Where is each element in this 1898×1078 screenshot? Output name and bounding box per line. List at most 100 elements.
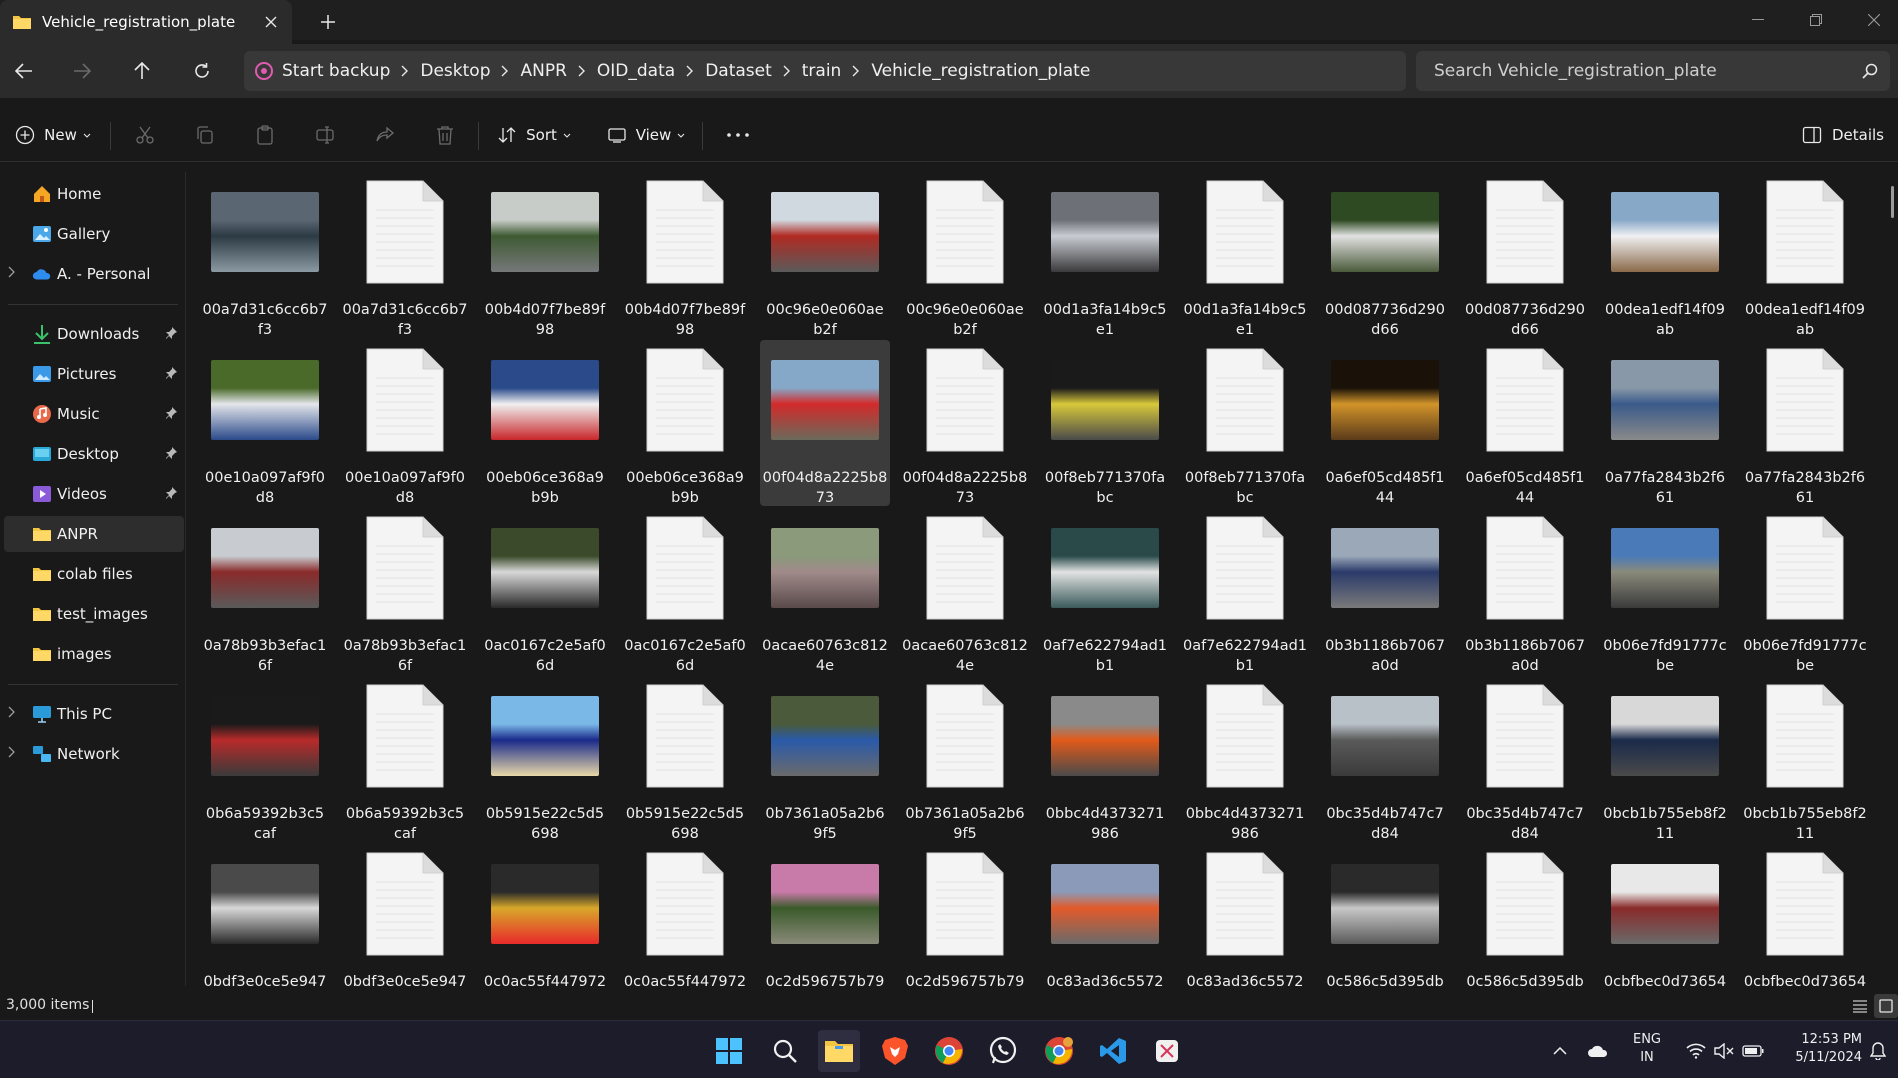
image-file-item[interactable]: 0af7e622794ad1b1 xyxy=(1040,508,1170,674)
snipping-tool-icon[interactable] xyxy=(1146,1030,1188,1072)
new-tab-icon[interactable] xyxy=(312,8,344,36)
chevron-right-icon[interactable] xyxy=(772,65,802,77)
image-file-item[interactable]: 0b3b1186b7067a0d xyxy=(1320,508,1450,674)
breadcrumb-oid-data[interactable]: OID_data xyxy=(597,61,675,81)
document-file-item[interactable]: 0c0ac55f447972c xyxy=(620,844,750,986)
document-file-item[interactable]: 00eb06ce368a9b9b xyxy=(620,340,750,506)
document-file-item[interactable]: 00d1a3fa14b9c5e1 xyxy=(1180,172,1310,338)
document-file-item[interactable]: 0c586c5d395db5 xyxy=(1460,844,1590,986)
image-file-item[interactable]: 0bc35d4b747c7d84 xyxy=(1320,676,1450,842)
search-icon[interactable] xyxy=(764,1030,806,1072)
copy-icon[interactable] xyxy=(188,116,222,154)
view-button[interactable]: View xyxy=(606,116,686,154)
breadcrumb-desktop[interactable]: Desktop xyxy=(420,61,490,81)
document-file-item[interactable]: 0af7e622794ad1b1 xyxy=(1180,508,1310,674)
image-file-item[interactable]: 0acae60763c8124e xyxy=(760,508,890,674)
image-file-item[interactable]: 0c83ad36c5572d xyxy=(1040,844,1170,986)
chevron-right-icon[interactable] xyxy=(841,65,871,77)
image-file-item[interactable]: 00f8eb771370fabc xyxy=(1040,340,1170,506)
wifi-icon[interactable] xyxy=(1684,1037,1708,1065)
sidebar-item-gallery[interactable]: Gallery xyxy=(4,216,184,252)
document-file-item[interactable]: 0bbc4d4373271986 xyxy=(1180,676,1310,842)
whatsapp-icon[interactable] xyxy=(982,1030,1024,1072)
search-icon[interactable] xyxy=(1850,63,1890,79)
sidebar-item-test-images[interactable]: test_images xyxy=(4,596,184,632)
speaker-muted-icon[interactable] xyxy=(1712,1037,1736,1065)
breadcrumb-train[interactable]: train xyxy=(802,61,842,81)
more-options-icon[interactable] xyxy=(718,116,758,154)
sidebar-item-music[interactable]: Music xyxy=(4,396,184,432)
sidebar-item-desktop[interactable]: Desktop xyxy=(4,436,184,472)
image-file-item[interactable]: 00e10a097af9f0d8 xyxy=(200,340,330,506)
close-window-icon[interactable] xyxy=(1846,0,1898,40)
vscode-icon[interactable] xyxy=(1092,1030,1134,1072)
breadcrumb-anpr[interactable]: ANPR xyxy=(520,61,566,81)
image-file-item[interactable]: 0a78b93b3efac16f xyxy=(200,508,330,674)
sidebar-item-home[interactable]: Home xyxy=(4,176,184,212)
document-file-item[interactable]: 0bc35d4b747c7d84 xyxy=(1460,676,1590,842)
document-file-item[interactable]: 00a7d31c6cc6b7f3 xyxy=(340,172,470,338)
chevron-right-icon[interactable] xyxy=(8,706,16,718)
windows-start-icon[interactable] xyxy=(708,1030,750,1072)
image-file-item[interactable]: 0c2d596757b791 xyxy=(760,844,890,986)
chevron-right-icon[interactable] xyxy=(390,65,420,77)
image-file-item[interactable]: 0c586c5d395db5 xyxy=(1320,844,1450,986)
sidebar-item-this-pc[interactable]: This PC xyxy=(4,696,184,732)
details-button[interactable]: Details xyxy=(1796,116,1890,154)
image-file-item[interactable]: 00d087736d290d66 xyxy=(1320,172,1450,338)
image-file-item[interactable]: 00eb06ce368a9b9b xyxy=(480,340,610,506)
clock[interactable]: 12:53 PM 5/11/2024 xyxy=(1770,1031,1862,1067)
chevron-right-icon[interactable] xyxy=(567,65,597,77)
image-file-item[interactable]: 0b7361a05a2b69f5 xyxy=(760,676,890,842)
chrome-icon[interactable] xyxy=(928,1030,970,1072)
file-explorer-icon[interactable] xyxy=(818,1030,860,1072)
large-icons-view-icon[interactable] xyxy=(1874,994,1898,1018)
chevron-right-icon[interactable] xyxy=(490,65,520,77)
image-file-item[interactable]: 00a7d31c6cc6b7f3 xyxy=(200,172,330,338)
image-file-item[interactable]: 00d1a3fa14b9c5e1 xyxy=(1040,172,1170,338)
language-indicator[interactable]: ENG IN xyxy=(1622,1031,1672,1067)
sidebar-item-pictures[interactable]: Pictures xyxy=(4,356,184,392)
close-tab-icon[interactable] xyxy=(254,7,288,37)
pin-icon[interactable] xyxy=(164,326,178,340)
document-file-item[interactable]: 0ac0167c2e5af06d xyxy=(620,508,750,674)
sidebar-item-network[interactable]: Network xyxy=(4,736,184,772)
chevron-right-icon[interactable] xyxy=(675,65,705,77)
document-file-item[interactable]: 0b7361a05a2b69f5 xyxy=(900,676,1030,842)
search-box[interactable]: Search Vehicle_registration_plate xyxy=(1416,51,1890,91)
document-file-item[interactable]: 0bdf3e0ce5e947 xyxy=(340,844,470,986)
share-icon[interactable] xyxy=(368,116,402,154)
file-view[interactable]: 00a7d31c6cc6b7f3 00a7d31c6cc6b7f3 00b4d07f… xyxy=(192,172,1884,986)
pin-icon[interactable] xyxy=(164,486,178,500)
breadcrumb-vehicle-registration-plate[interactable]: Vehicle_registration_plate xyxy=(871,61,1090,81)
image-file-item[interactable]: 0a77fa2843b2f661 xyxy=(1600,340,1730,506)
sidebar-item-colab-files[interactable]: colab files xyxy=(4,556,184,592)
document-file-item[interactable]: 0b06e7fd91777cbe xyxy=(1740,508,1870,674)
details-view-icon[interactable] xyxy=(1848,994,1872,1018)
document-file-item[interactable]: 0bcb1b755eb8f211 xyxy=(1740,676,1870,842)
document-file-item[interactable]: 0b6a59392b3c5caf xyxy=(340,676,470,842)
document-file-item[interactable]: 00dea1edf14f09ab xyxy=(1740,172,1870,338)
search-input[interactable]: Search Vehicle_registration_plate xyxy=(1434,61,1850,81)
sort-button[interactable]: Sort xyxy=(494,116,574,154)
image-file-item[interactable]: 0bdf3e0ce5e947 xyxy=(200,844,330,986)
image-file-item[interactable]: 0a6ef05cd485f144 xyxy=(1320,340,1450,506)
document-file-item[interactable]: 00b4d07f7be89f98 xyxy=(620,172,750,338)
document-file-item[interactable]: 0a77fa2843b2f661 xyxy=(1740,340,1870,506)
pin-icon[interactable] xyxy=(164,366,178,380)
rename-icon[interactable] xyxy=(308,116,342,154)
delete-icon[interactable] xyxy=(428,116,462,154)
notification-bell-icon[interactable] xyxy=(1864,1037,1892,1065)
address-bar[interactable]: Start backup Desktop ANPR OID_data Datas… xyxy=(244,51,1406,91)
sidebar-item-anpr[interactable]: ANPR xyxy=(4,516,184,552)
image-file-item[interactable]: 0bcb1b755eb8f211 xyxy=(1600,676,1730,842)
document-file-item[interactable]: 00f8eb771370fabc xyxy=(1180,340,1310,506)
document-file-item[interactable]: 0c83ad36c5572d xyxy=(1180,844,1310,986)
document-file-item[interactable]: 00f04d8a2225b873 xyxy=(900,340,1030,506)
image-file-item[interactable]: 0ac0167c2e5af06d xyxy=(480,508,610,674)
image-file-item[interactable]: 00b4d07f7be89f98 xyxy=(480,172,610,338)
sidebar-item-personal[interactable]: A. - Personal xyxy=(4,256,184,292)
image-file-item[interactable]: 0b5915e22c5d5698 xyxy=(480,676,610,842)
pin-icon[interactable] xyxy=(164,406,178,420)
document-file-item[interactable]: 0b5915e22c5d5698 xyxy=(620,676,750,842)
